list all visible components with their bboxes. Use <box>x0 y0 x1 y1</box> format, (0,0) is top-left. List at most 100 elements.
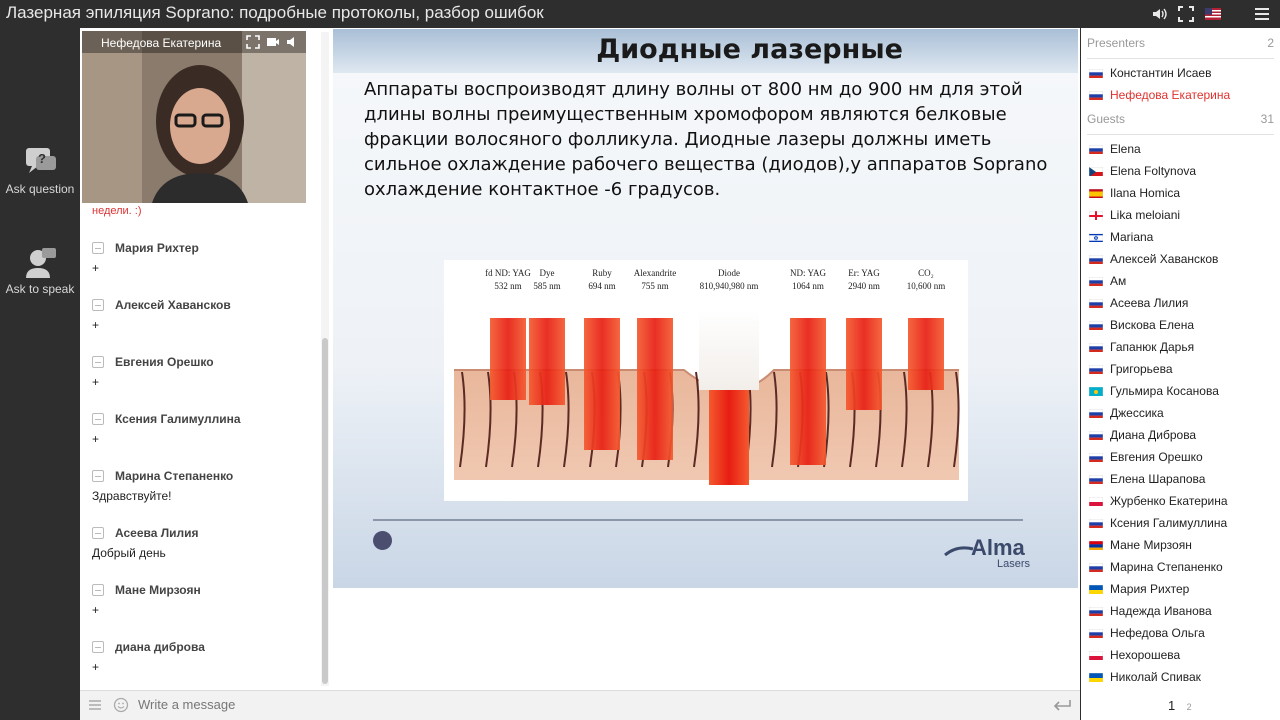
guest-name: Евгения Орешко <box>1110 450 1203 464</box>
guest-name: Elena Foltynova <box>1110 164 1197 178</box>
chat-message-text: + <box>92 432 100 446</box>
guest-item[interactable]: Джессика <box>1089 404 1274 422</box>
chat-message-input[interactable]: Write a message <box>138 697 235 712</box>
ask-to-speak-button[interactable]: Ask to speak <box>0 246 80 296</box>
guest-item[interactable]: Mariana <box>1089 228 1274 246</box>
chat-message-text: + <box>92 603 100 617</box>
participants-panel: Presenters 2 Константин Исаев Нефедова Ек… <box>1081 28 1280 720</box>
guest-item[interactable]: Алексей Хавансков <box>1089 250 1274 268</box>
guest-item[interactable]: Lika meloiani <box>1089 206 1274 224</box>
guest-item[interactable]: Марина Степаненко <box>1089 558 1274 576</box>
slide-bullet-dot <box>373 531 392 550</box>
video-presenter-name: Нефедова Екатерина <box>101 36 222 50</box>
presenters-header: Presenters 2 <box>1087 36 1274 50</box>
ru-flag-icon <box>1089 320 1103 330</box>
menu-icon[interactable] <box>1253 5 1271 23</box>
emoji-icon[interactable] <box>113 697 129 718</box>
guest-name: Гапанюк Дарья <box>1110 340 1195 354</box>
guests-pager: 1 2 <box>1168 698 1200 713</box>
laser-name-label: Diode <box>718 268 740 278</box>
chat-cut-message: недели. :) <box>92 205 142 217</box>
guest-name: Ксения Галимуллина <box>1110 516 1228 530</box>
guest-item[interactable]: Ксения Галимуллина <box>1089 514 1274 532</box>
guest-item[interactable]: Елена Шарапова <box>1089 470 1274 488</box>
alma-logo-subtext: Lasers <box>997 558 1031 570</box>
chat-message: Марина Степаненко Здравствуйте! <box>92 468 312 503</box>
presenter-name: Константин Исаев <box>1110 66 1212 80</box>
message-icon <box>92 641 104 653</box>
chat-scrollbar-thumb[interactable] <box>322 338 328 684</box>
guest-item[interactable]: Диана Диброва <box>1089 426 1274 444</box>
expand-icon[interactable] <box>246 35 260 49</box>
guest-item[interactable]: Ам <box>1089 272 1274 290</box>
camera-icon[interactable] <box>266 35 280 49</box>
ru-flag-icon <box>1089 452 1103 462</box>
guest-name: Ilana Homica <box>1110 186 1181 200</box>
ge-flag-icon <box>1089 210 1103 220</box>
chat-message-text: Здравствуйте! <box>92 489 172 503</box>
ru-flag-icon <box>1089 144 1103 154</box>
guest-item[interactable]: Elena Foltynova <box>1089 162 1274 180</box>
chat-message-author: Асеева Лилия <box>115 526 199 540</box>
guest-name: Lika meloiani <box>1110 208 1181 222</box>
ask-question-button[interactable]: ? Ask question <box>0 146 80 196</box>
guest-name: Григорьева <box>1110 362 1173 376</box>
message-icon <box>92 413 104 425</box>
fullscreen-icon[interactable] <box>1177 5 1195 23</box>
webcam-image <box>82 31 306 203</box>
chat-message: Мария Рихтер + <box>92 240 312 275</box>
page-2-link[interactable]: 2 <box>1187 702 1192 712</box>
laser-name-label: ND: YAG <box>790 268 826 278</box>
guest-name: Елена Шарапова <box>1110 472 1206 486</box>
chat-message: Ксения Галимуллина + <box>92 411 312 446</box>
send-enter-icon[interactable] <box>1052 699 1072 718</box>
guest-item[interactable]: Ilana Homica <box>1089 184 1274 202</box>
laser-beam <box>790 318 826 465</box>
laser-wavelength-figure: fd ND: YAG 532 nm Dye 585 nm Ruby 694 nm Alexa… <box>444 260 968 501</box>
laser-wavelength-label: 585 nm <box>533 281 560 291</box>
webcam-video[interactable]: Нефедова Екатерина <box>82 31 306 203</box>
sound-icon[interactable] <box>286 35 300 49</box>
guest-item[interactable]: Евгения Орешко <box>1089 448 1274 466</box>
guest-name: Алексей Хавансков <box>1110 252 1219 266</box>
chat-message-text: + <box>92 375 100 389</box>
guest-item[interactable]: Григорьева <box>1089 360 1274 378</box>
guest-item[interactable]: Журбенко Екатерина <box>1089 492 1274 510</box>
laser-beam <box>490 318 526 400</box>
hamburger-icon[interactable] <box>88 698 102 717</box>
message-icon <box>92 470 104 482</box>
chat-message-text: + <box>92 261 100 275</box>
guests-count: 31 <box>1260 112 1274 126</box>
chat-input-bar: Write a message <box>80 690 1080 720</box>
presenter-item[interactable]: Нефедова Екатерина <box>1089 86 1274 104</box>
speaker-person-icon <box>22 246 58 278</box>
chat-message-author: диана диброва <box>115 640 205 654</box>
guest-item[interactable]: Николай Спивак <box>1089 668 1274 686</box>
laser-wavelength-label: 694 nm <box>588 281 615 291</box>
chat-message-author: Мария Рихтер <box>115 241 199 255</box>
alma-logo-text: Alma <box>971 535 1026 560</box>
us-flag-icon[interactable] <box>1204 5 1222 23</box>
chat-message-text: Добрый день <box>92 546 166 560</box>
guest-item[interactable]: Нефедова Ольга <box>1089 624 1274 642</box>
chat-message: Асеева Лилия Добрый день <box>92 525 312 560</box>
guest-item[interactable]: Гапанюк Дарья <box>1089 338 1274 356</box>
guest-item[interactable]: Асеева Лилия <box>1089 294 1274 312</box>
guest-item[interactable]: Мария Рихтер <box>1089 580 1274 598</box>
guest-item[interactable]: Elena <box>1089 140 1274 158</box>
guest-item[interactable]: Гульмира Косанова <box>1089 382 1274 400</box>
guest-item[interactable]: Мане Мирзоян <box>1089 536 1274 554</box>
chat-message-header: Асеева Лилия <box>92 525 312 541</box>
laser-wavelength-label: 10,600 nm <box>907 281 946 291</box>
guest-item[interactable]: Надежда Иванова <box>1089 602 1274 620</box>
chat-message: Евгения Орешко + <box>92 354 312 389</box>
volume-icon[interactable] <box>1151 5 1169 23</box>
presenter-item[interactable]: Константин Исаев <box>1089 64 1274 82</box>
presenters-divider <box>1087 58 1274 59</box>
page-1-link[interactable]: 1 <box>1168 698 1175 713</box>
chat-message-header: Мария Рихтер <box>92 240 312 256</box>
laser-name-label: CO₂ <box>918 268 934 278</box>
guest-item[interactable]: Нехорошева <box>1089 646 1274 664</box>
guest-item[interactable]: Вискова Елена <box>1089 316 1274 334</box>
laser-beam <box>529 318 565 405</box>
